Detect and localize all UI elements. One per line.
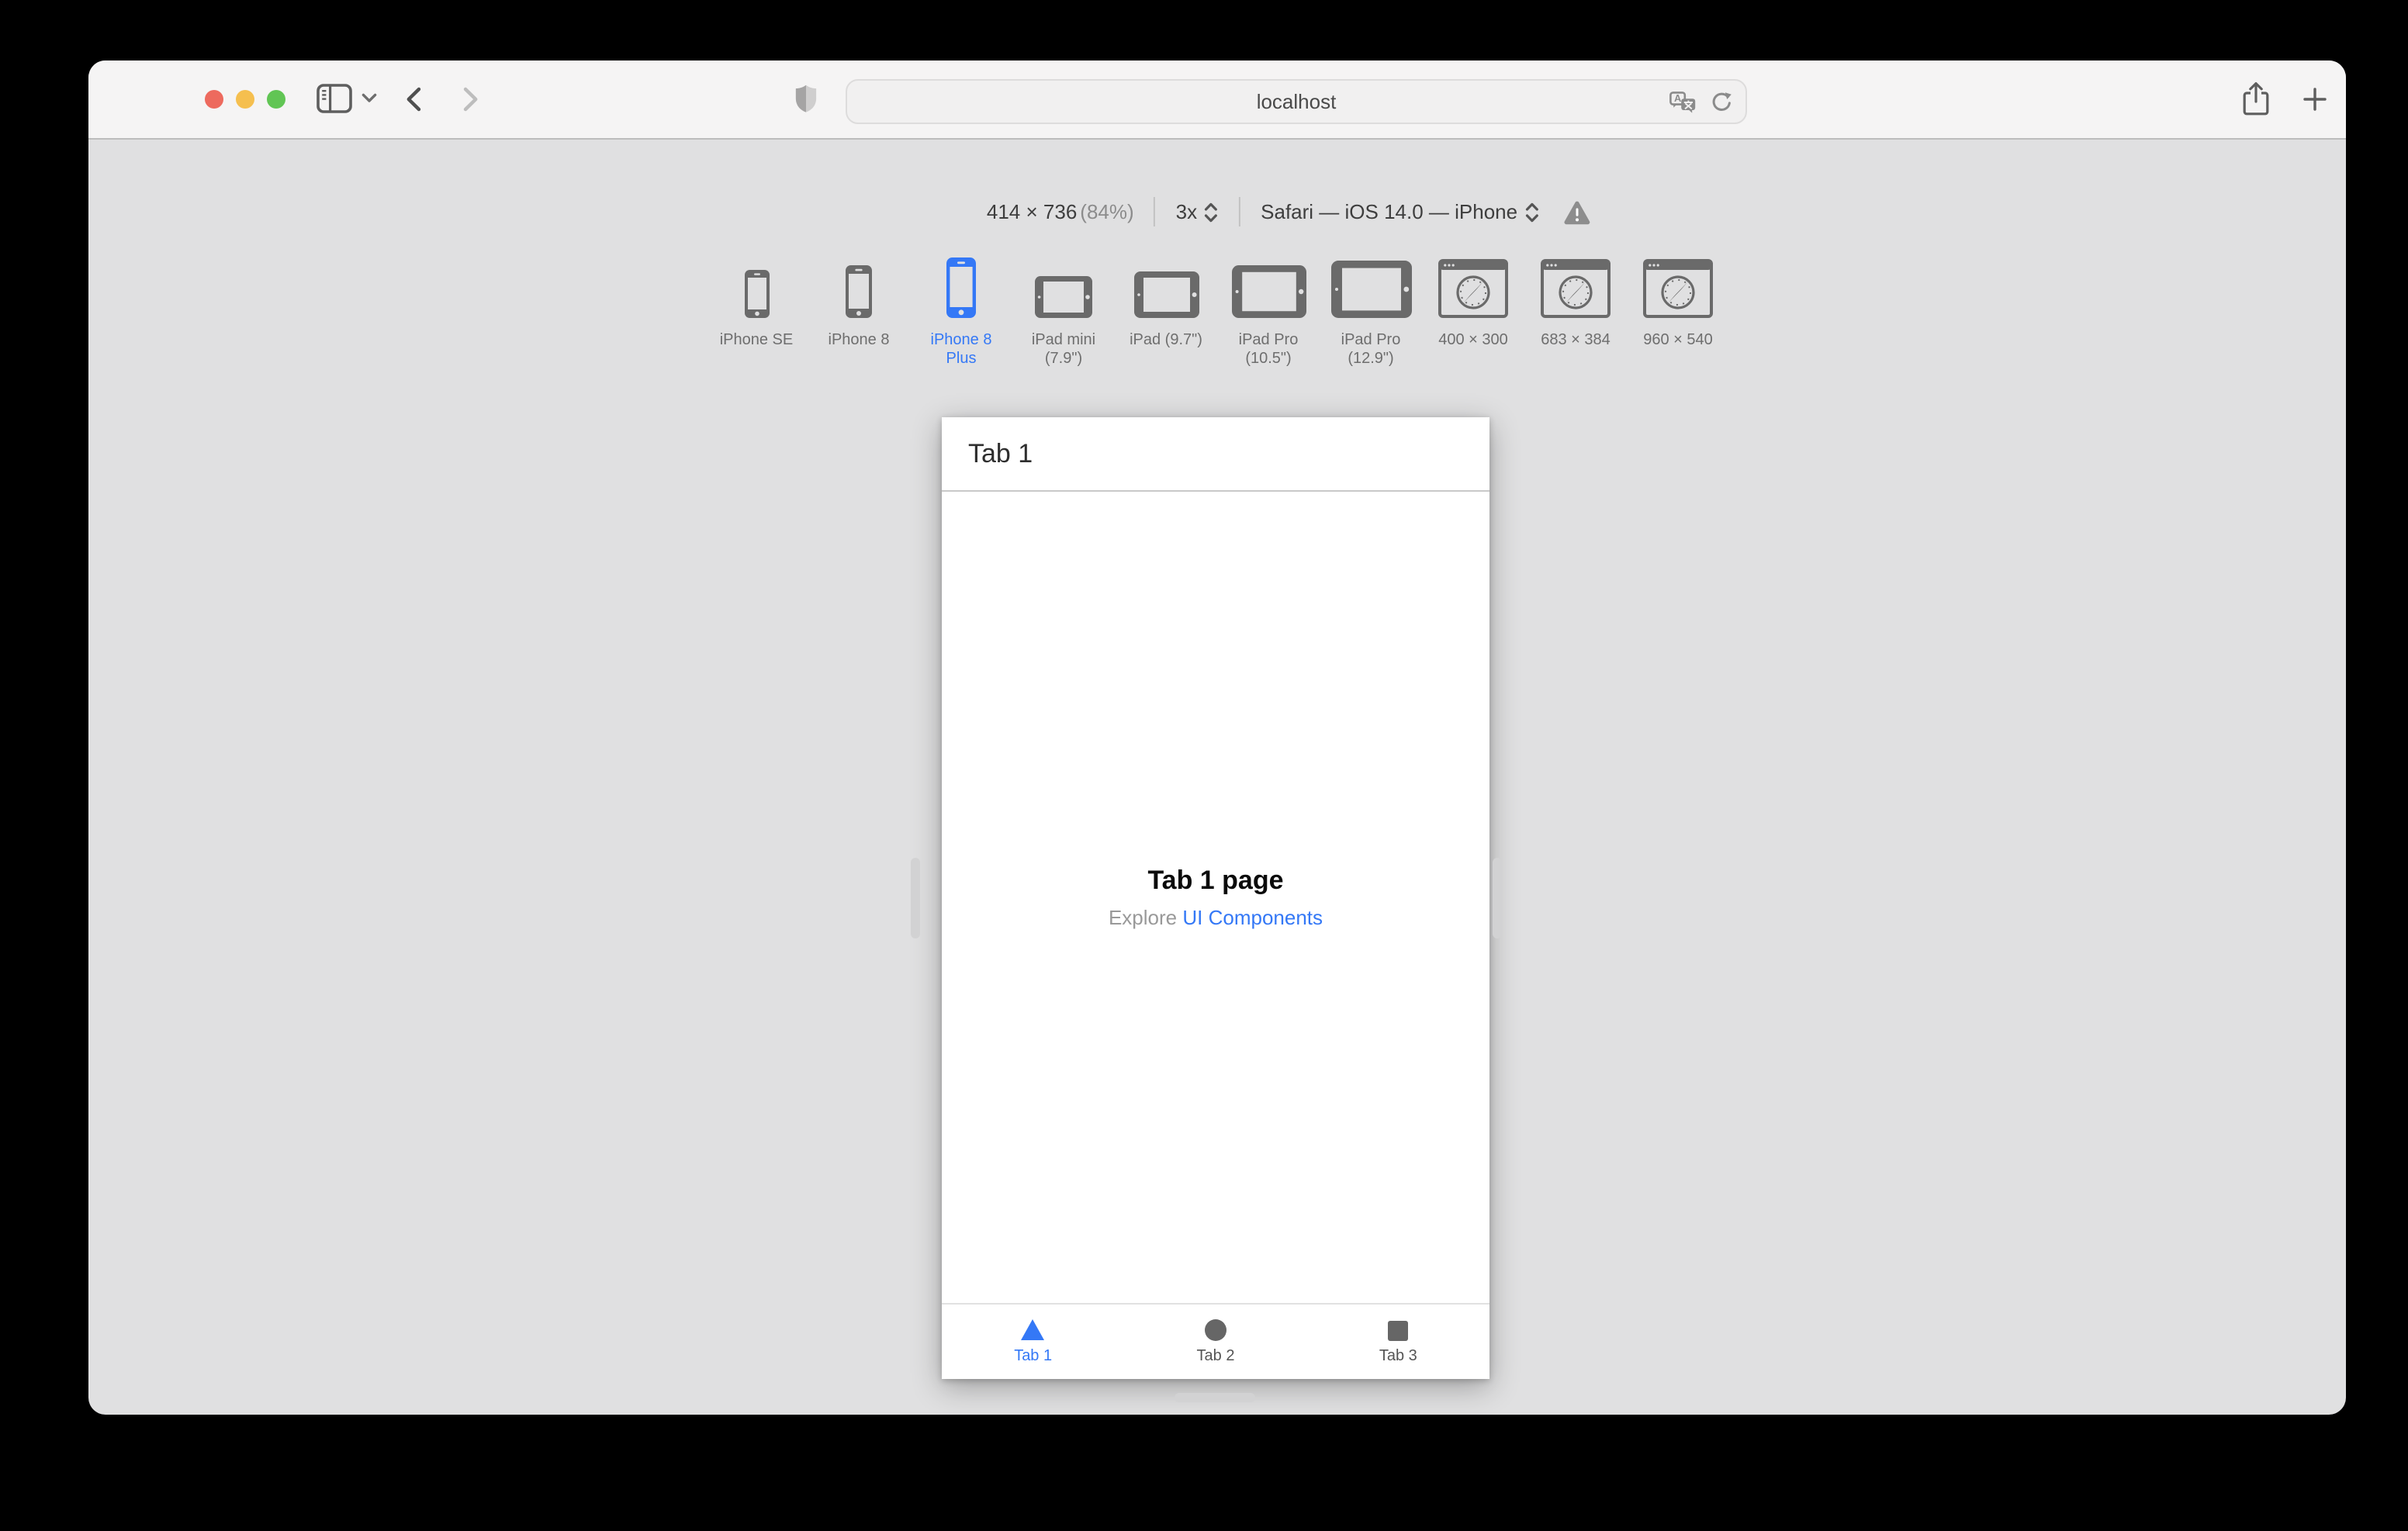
stepper-updown-icon: [1205, 202, 1218, 222]
user-agent-value: Safari — iOS 14.0 — iPhone: [1261, 200, 1518, 223]
device-label: iPad mini (7.9"): [1031, 332, 1096, 368]
device-label: 683 × 384: [1541, 332, 1611, 349]
divider: [1239, 197, 1241, 226]
device-ipad-mini[interactable]: iPad mini (7.9"): [1020, 253, 1107, 369]
app-nav-title: Tab 1: [968, 438, 1033, 468]
device-ipad[interactable]: iPad (9.7"): [1123, 253, 1209, 351]
device-label: iPhone 8 Plus: [930, 332, 992, 368]
viewport-dimensions: 414 × 736: [986, 200, 1078, 223]
warning-icon: [1563, 200, 1590, 224]
divider: [1154, 197, 1156, 226]
back-button[interactable]: [405, 87, 422, 112]
tablet-icon: [1035, 276, 1092, 318]
app-tab-label: Tab 1: [1014, 1348, 1053, 1365]
reload-icon: [1712, 92, 1732, 110]
share-button[interactable]: [2242, 81, 2270, 116]
tablet-icon: [1133, 271, 1199, 318]
viewport-resize-handle-bottom[interactable]: [1175, 1393, 1255, 1402]
screen: localhost A 414 × 736 (84%) 3x Safari — …: [0, 0, 2408, 1531]
address-bar[interactable]: localhost A: [846, 79, 1747, 124]
zoom-window-button[interactable]: [267, 90, 285, 109]
phone-icon: [744, 270, 769, 318]
app-tab-3[interactable]: Tab 3: [1307, 1305, 1489, 1379]
device-ipad-pro-10-5[interactable]: iPad Pro (10.5"): [1225, 253, 1312, 369]
app-tab-label: Tab 2: [1196, 1348, 1235, 1365]
translate-icon: A: [1669, 91, 1696, 112]
app-tab-bar: Tab 1 Tab 2 Tab 3: [942, 1303, 1489, 1379]
browser-toolbar: localhost A: [88, 60, 2346, 140]
viewport-size-label: 414 × 736 (84%): [987, 200, 1134, 223]
device-iphone-8[interactable]: iPhone 8: [815, 253, 902, 351]
device-ipad-pro-12-9[interactable]: iPad Pro (12.9"): [1327, 253, 1414, 369]
ui-components-link[interactable]: UI Components: [1182, 906, 1323, 929]
share-icon: [2243, 82, 2269, 116]
device-preset-row: iPhone SE iPhone 8 iPhone 8 Plus iPad mi…: [88, 253, 2346, 369]
circle-icon: [1204, 1318, 1227, 1342]
new-tab-button[interactable]: [2302, 87, 2327, 112]
app-tab-2[interactable]: Tab 2: [1124, 1305, 1306, 1379]
browser-window-icon: [1643, 259, 1713, 318]
tablet-icon: [1231, 265, 1306, 318]
sidebar-toggle-button[interactable]: [317, 84, 352, 113]
device-label: 400 × 300: [1438, 332, 1508, 349]
simulated-viewport: Tab 1 Tab 1 page Explore UI Components T…: [942, 417, 1489, 1379]
privacy-report-button[interactable]: [794, 84, 818, 113]
phone-icon: [946, 257, 976, 318]
new-tab-icon: [2303, 88, 2327, 111]
address-bar-url: localhost: [1256, 90, 1337, 113]
page-subtitle: Explore UI Components: [1109, 906, 1323, 929]
browser-window-icon: [1541, 259, 1611, 318]
viewport-resize-handle-left[interactable]: [911, 858, 920, 938]
app-tab-label: Tab 3: [1379, 1347, 1417, 1364]
device-label: iPad (9.7"): [1130, 332, 1202, 349]
chevron-down-icon: [362, 93, 377, 102]
pixel-ratio-value: 3x: [1175, 200, 1198, 223]
sidebar-toggle-icon: [317, 84, 352, 113]
rdm-toolbar: 414 × 736 (84%) 3x Safari — iOS 14.0 — iP…: [987, 197, 1590, 226]
forward-icon: [463, 87, 478, 112]
stepper-updown-icon: [1525, 202, 1538, 222]
device-custom-683x384[interactable]: 683 × 384: [1532, 253, 1619, 351]
device-iphone-se[interactable]: iPhone SE: [713, 253, 800, 351]
svg-text:A: A: [1674, 92, 1681, 103]
pixel-ratio-stepper[interactable]: 3x: [1176, 200, 1219, 223]
device-custom-960x540[interactable]: 960 × 540: [1635, 253, 1721, 351]
reload-button[interactable]: [1710, 91, 1732, 112]
sidebar-menu-button[interactable]: [362, 93, 377, 104]
back-icon: [407, 87, 421, 112]
minimize-window-button[interactable]: [236, 90, 254, 109]
console-warnings-button[interactable]: [1562, 199, 1590, 224]
viewport-zoom-percent: (84%): [1080, 200, 1134, 223]
safari-window: localhost A 414 × 736 (84%) 3x Safari — …: [88, 60, 2346, 1415]
user-agent-selector[interactable]: Safari — iOS 14.0 — iPhone: [1261, 200, 1539, 223]
traffic-lights: [205, 90, 285, 109]
explore-text: Explore: [1108, 906, 1178, 929]
forward-button[interactable]: [462, 87, 479, 112]
device-label: 960 × 540: [1643, 332, 1713, 349]
page-title: Tab 1 page: [1147, 866, 1284, 895]
device-label: iPhone 8: [828, 332, 890, 349]
device-iphone-8-plus[interactable]: iPhone 8 Plus: [918, 253, 1005, 369]
close-window-button[interactable]: [205, 90, 223, 109]
phone-icon: [846, 265, 872, 318]
triangle-icon: [1020, 1318, 1047, 1342]
address-bar-actions: A: [1669, 81, 1732, 123]
app-page-content: Tab 1 page Explore UI Components: [942, 492, 1489, 1303]
tablet-icon: [1330, 261, 1411, 318]
shield-icon: [795, 85, 817, 112]
app-nav-bar: Tab 1: [942, 417, 1489, 492]
device-label: iPhone SE: [719, 332, 794, 349]
device-label: iPad Pro (12.9"): [1341, 332, 1401, 368]
device-custom-400x300[interactable]: 400 × 300: [1430, 253, 1517, 351]
viewport-resize-handle-right[interactable]: [1493, 858, 1502, 938]
browser-window-icon: [1438, 259, 1508, 318]
app-tab-1[interactable]: Tab 1: [942, 1305, 1124, 1379]
device-label: iPad Pro (10.5"): [1238, 332, 1299, 368]
square-icon: [1387, 1319, 1409, 1341]
translate-button[interactable]: A: [1669, 91, 1696, 112]
